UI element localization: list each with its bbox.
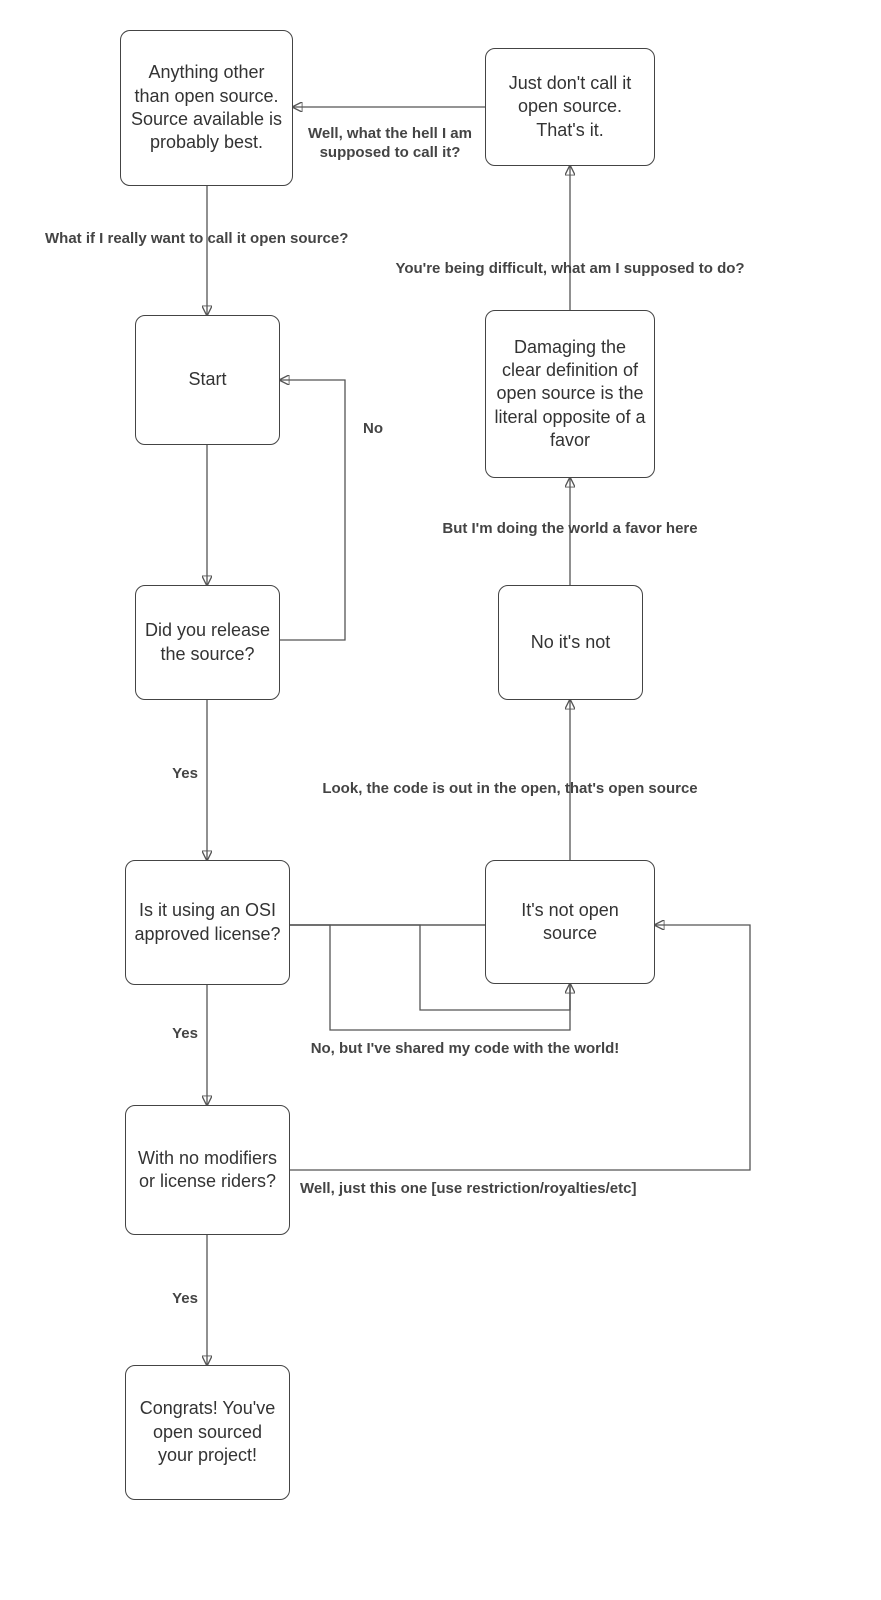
node-no-its-not: No it's not	[498, 585, 643, 700]
edge-label-yes-1: Yes	[165, 765, 205, 784]
flowchart-canvas: Anything other than open source. Source …	[0, 0, 881, 1600]
node-text: Congrats! You've open sourced your proje…	[134, 1397, 281, 1467]
node-no-modifiers: With no modifiers or license riders?	[125, 1105, 290, 1235]
node-text: Did you release the source?	[144, 619, 271, 666]
node-text: Anything other than open source. Source …	[129, 61, 284, 155]
node-text: Damaging the clear definition of open so…	[494, 336, 646, 453]
edge-label-really-want: What if I really want to call it open so…	[45, 230, 375, 249]
node-text: Just don't call it open source. That's i…	[494, 72, 646, 142]
edge-label-just-this-one: Well, just this one [use restriction/roy…	[300, 1180, 700, 1199]
edge-label-what-call: Well, what the hell I am supposed to cal…	[300, 125, 480, 163]
edge-label-yes-2: Yes	[165, 1025, 205, 1044]
node-text: It's not open source	[494, 899, 646, 946]
node-start: Start	[135, 315, 280, 445]
edge-label-yes-3: Yes	[165, 1290, 205, 1309]
edge-label-favor: But I'm doing the world a favor here	[415, 520, 725, 539]
node-osi-approved: Is it using an OSI approved license?	[125, 860, 290, 985]
node-text: Is it using an OSI approved license?	[134, 899, 281, 946]
edge-label-no: No	[353, 420, 393, 439]
node-damaging-definition: Damaging the clear definition of open so…	[485, 310, 655, 478]
node-did-you-release: Did you release the source?	[135, 585, 280, 700]
node-its-not-open-source: It's not open source	[485, 860, 655, 984]
node-just-dont-call: Just don't call it open source. That's i…	[485, 48, 655, 166]
node-text: With no modifiers or license riders?	[134, 1147, 281, 1194]
node-text: No it's not	[531, 631, 610, 654]
edge-label-difficult: You're being difficult, what am I suppos…	[370, 260, 770, 279]
node-text: Start	[188, 368, 226, 391]
edge-label-look-open: Look, the code is out in the open, that'…	[300, 780, 720, 799]
edge-label-no-shared: No, but I've shared my code with the wor…	[275, 1040, 655, 1059]
node-congrats: Congrats! You've open sourced your proje…	[125, 1365, 290, 1500]
node-anything-other: Anything other than open source. Source …	[120, 30, 293, 186]
